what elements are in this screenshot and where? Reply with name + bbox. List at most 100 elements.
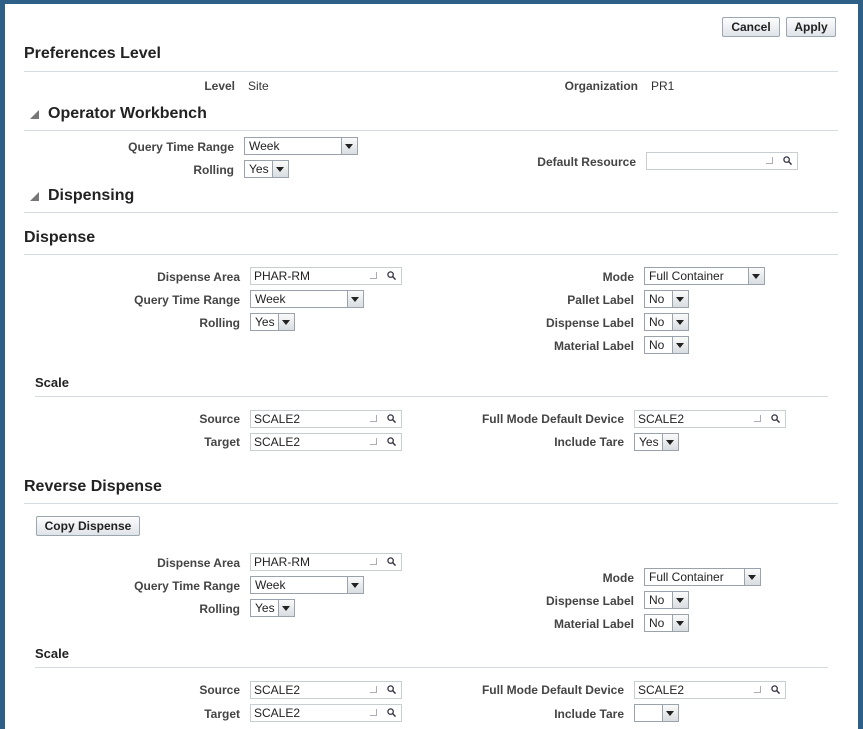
select-value: Yes [639,435,659,449]
dispense-area-input[interactable]: PHAR-RM [250,553,402,571]
chevron-down-icon[interactable] [748,268,764,284]
dispense-heading: Dispense [24,229,96,246]
select-value: Yes [255,315,275,329]
full-mode-default-device-label: Full Mode Default Device [481,412,624,426]
query-time-range-select[interactable]: Week [250,576,364,594]
input-value: SCALE2 [254,706,301,720]
select-value: Week [255,292,286,306]
select-value: Full Container [649,570,724,584]
dispense-label-select[interactable]: No [644,591,689,609]
scale-heading: Scale [35,375,69,390]
input-value: SCALE2 [638,683,685,697]
chevron-down-icon[interactable] [744,569,760,585]
select-value: Full Container [649,269,724,283]
default-resource-input[interactable] [646,152,798,170]
search-icon[interactable] [387,685,396,694]
resize-icon [370,438,377,445]
rolling-select[interactable]: Yes [250,313,295,331]
mode-select[interactable]: Full Container [644,267,765,285]
search-icon[interactable] [771,414,780,423]
resize-icon [370,415,377,422]
source-input[interactable]: SCALE2 [250,410,402,428]
search-icon[interactable] [387,437,396,446]
include-tare-select[interactable]: Yes [634,433,679,451]
divider [24,212,838,213]
select-value: No [649,338,665,352]
cancel-button[interactable]: Cancel [722,17,780,37]
chevron-down-icon[interactable] [662,705,678,721]
chevron-down-icon[interactable] [672,314,688,330]
material-label-label: Material Label [553,617,634,631]
resize-icon [766,157,773,164]
dispense-label-select[interactable]: No [644,313,689,331]
chevron-down-icon[interactable] [672,291,688,307]
select-value: Week [255,578,286,592]
resize-icon [370,709,377,716]
scale-heading: Scale [35,646,69,661]
chevron-down-icon[interactable] [347,577,363,593]
copy-dispense-button[interactable]: Copy Dispense [36,516,140,536]
search-icon[interactable] [387,271,396,280]
chevron-down-icon[interactable] [672,615,688,631]
query-time-range-select[interactable]: Week [244,137,358,155]
search-icon[interactable] [387,708,396,717]
collapse-triangle-icon[interactable] [30,192,39,201]
search-icon[interactable] [387,557,396,566]
level-label: Level [204,79,235,93]
target-input[interactable]: SCALE2 [250,704,402,722]
include-tare-label: Include Tare [554,707,624,721]
chevron-down-icon[interactable] [672,337,688,353]
level-value: Site [248,79,269,93]
source-label: Source [199,683,240,697]
resize-icon [754,415,761,422]
divider [24,254,838,255]
full-mode-default-device-input[interactable]: SCALE2 [634,410,786,428]
source-input[interactable]: SCALE2 [250,681,402,699]
divider [35,396,828,397]
chevron-down-icon[interactable] [278,314,294,330]
select-value: Yes [249,162,269,176]
include-tare-select[interactable] [634,704,679,722]
dispensing-heading[interactable]: Dispensing [48,187,134,205]
divider [24,130,838,131]
preferences-level-heading: Preferences Level [24,45,161,62]
search-icon[interactable] [771,685,780,694]
select-value: No [649,315,665,329]
chevron-down-icon[interactable] [341,138,357,154]
material-label-select[interactable]: No [644,336,689,354]
chevron-down-icon[interactable] [347,291,363,307]
mode-label: Mode [602,571,634,585]
material-label-label: Material Label [553,339,634,353]
rolling-label: Rolling [199,602,240,616]
target-input[interactable]: SCALE2 [250,433,402,451]
rolling-select[interactable]: Yes [250,599,295,617]
full-mode-default-device-input[interactable]: SCALE2 [634,681,786,699]
divider [35,667,828,668]
collapse-triangle-icon[interactable] [30,110,39,119]
chevron-down-icon[interactable] [278,600,294,616]
dispense-area-label: Dispense Area [157,270,240,284]
query-time-range-select[interactable]: Week [250,290,364,308]
material-label-select[interactable]: No [644,614,689,632]
chevron-down-icon[interactable] [662,434,678,450]
dispense-area-input[interactable]: PHAR-RM [250,267,402,285]
organization-value: PR1 [651,79,675,93]
resize-icon [370,686,377,693]
select-value: No [649,616,665,630]
search-icon[interactable] [387,414,396,423]
mode-select[interactable]: Full Container [644,568,761,586]
chevron-down-icon[interactable] [672,592,688,608]
input-value: SCALE2 [254,412,301,426]
apply-button[interactable]: Apply [786,17,836,37]
dispense-area-label: Dispense Area [157,556,240,570]
search-icon[interactable] [783,156,792,165]
pallet-label-select[interactable]: No [644,290,689,308]
input-value: PHAR-RM [254,555,310,569]
input-value: PHAR-RM [254,269,310,283]
reverse-dispense-heading: Reverse Dispense [24,478,162,495]
operator-workbench-heading[interactable]: Operator Workbench [48,105,207,123]
select-value: Week [249,139,280,153]
target-label: Target [204,707,240,721]
rolling-select[interactable]: Yes [244,160,289,178]
chevron-down-icon[interactable] [272,161,288,177]
